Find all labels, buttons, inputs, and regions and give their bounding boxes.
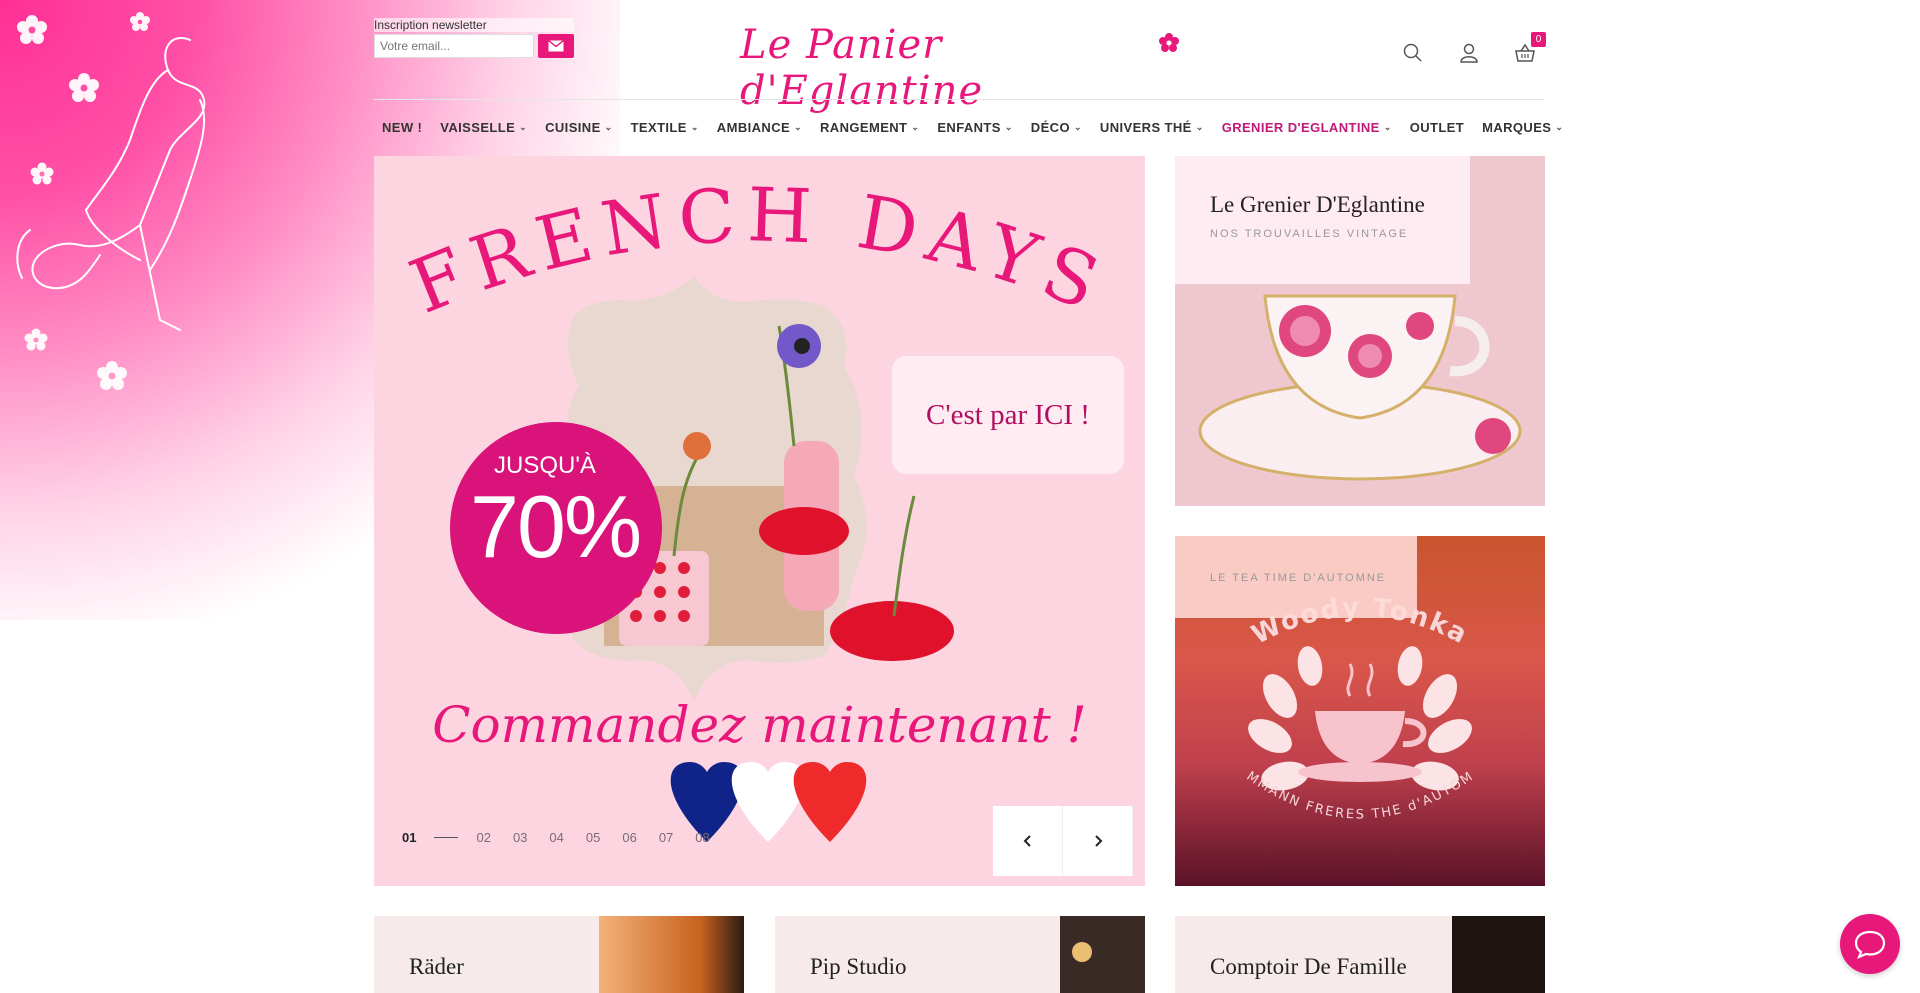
- nav-item-outlet[interactable]: OUTLET: [1410, 120, 1464, 135]
- tea-time-card[interactable]: Woody Tonka DAMMANN FRERES THE d'AUTOMNE: [1175, 536, 1545, 886]
- nav-item-deco[interactable]: DÉCO ⌄: [1031, 120, 1082, 135]
- tile-title: Comptoir De Famille: [1210, 954, 1407, 979]
- chevron-down-icon: ⌄: [1004, 122, 1013, 132]
- slider-next-button[interactable]: [1063, 806, 1133, 876]
- chat-bubble-icon: [1854, 930, 1886, 959]
- chevron-down-icon: ⌄: [690, 122, 699, 132]
- nav-item-grenier[interactable]: GRENIER D'EGLANTINE ⌄: [1222, 120, 1392, 135]
- chevron-down-icon: ⌄: [519, 122, 528, 132]
- raeder-image: [599, 916, 744, 993]
- pager-dot[interactable]: 06: [622, 830, 636, 845]
- nav-label: CUISINE: [545, 120, 601, 135]
- main-navigation: NEW ! VAISSELLE ⌄ CUISINE ⌄ TEXTILE ⌄ AMBIA…: [382, 120, 1563, 135]
- nav-label: ENFANTS: [937, 120, 1001, 135]
- comptoir-image: [1452, 916, 1545, 993]
- pager-dot[interactable]: 08: [695, 830, 709, 845]
- grenier-card-label: Le Grenier D'Eglantine NOS TROUVAILLES V…: [1175, 156, 1470, 284]
- nav-item-textile[interactable]: TEXTILE ⌄: [631, 120, 699, 135]
- slider-prev-button[interactable]: [993, 806, 1063, 876]
- user-icon: [1460, 43, 1478, 63]
- tea-card-label: LE TEA TIME D'AUTOMNE: [1175, 536, 1417, 618]
- brand-tile-comptoir[interactable]: Comptoir De Famille: [1175, 916, 1545, 993]
- chevron-down-icon: ⌄: [1073, 122, 1082, 132]
- nav-label: VAISSELLE: [440, 120, 516, 135]
- card-subtitle: LE TEA TIME D'AUTOMNE: [1210, 572, 1387, 584]
- account-button[interactable]: [1456, 40, 1482, 66]
- pip-studio-image: [1060, 916, 1145, 993]
- chevron-left-icon: [1023, 835, 1031, 847]
- pager-dot[interactable]: 01: [402, 830, 416, 845]
- chevron-down-icon: ⌄: [604, 122, 613, 132]
- pager-dot[interactable]: 04: [549, 830, 563, 845]
- tile-title: Pip Studio: [810, 954, 907, 979]
- pager-dot[interactable]: 02: [476, 830, 490, 845]
- nav-label: NEW !: [382, 120, 423, 135]
- pager-active-bar: [434, 837, 459, 838]
- flower-logo-icon: [1159, 33, 1179, 52]
- flower-woman-illustration: [16, 12, 206, 390]
- chevron-down-icon: ⌄: [1555, 122, 1564, 132]
- nav-item-marques[interactable]: MARQUES ⌄: [1482, 120, 1563, 135]
- nav-item-vaisselle[interactable]: VAISSELLE ⌄: [440, 120, 527, 135]
- hero-cta-button[interactable]: C'est par ICI !: [892, 356, 1124, 474]
- cart-count-badge: 0: [1531, 32, 1546, 47]
- brand-tile-pip-studio[interactable]: Pip Studio: [775, 916, 1145, 993]
- envelope-icon: [548, 40, 564, 52]
- pager-dot[interactable]: 03: [513, 830, 527, 845]
- chevron-down-icon: ⌄: [794, 122, 803, 132]
- nav-label: RANGEMENT: [820, 120, 908, 135]
- newsletter-row: [374, 34, 574, 58]
- nav-label: UNIVERS THÉ: [1099, 120, 1192, 135]
- brand-tile-raeder[interactable]: Räder: [374, 916, 744, 993]
- nav-label: MARQUES: [1482, 120, 1552, 135]
- nav-item-cuisine[interactable]: CUISINE ⌄: [545, 120, 612, 135]
- tile-title: Räder: [409, 954, 464, 979]
- pager-dot[interactable]: 05: [586, 830, 600, 845]
- chat-button[interactable]: [1840, 914, 1900, 974]
- chevron-right-icon: [1094, 835, 1102, 847]
- card-title: Le Grenier D'Eglantine: [1210, 192, 1425, 217]
- nav-label: AMBIANCE: [716, 120, 791, 135]
- slider-pager: 01 02 03 04 05 06 07 08: [402, 830, 710, 845]
- hero-slider[interactable]: FRENCH DAYS JUSQU'À 70% C'est par ICI ! …: [374, 156, 1145, 886]
- search-button[interactable]: [1400, 40, 1426, 66]
- nav-item-rangement[interactable]: RANGEMENT ⌄: [820, 120, 919, 135]
- page: Inscription newsletter Le Panier d'Eglan…: [0, 0, 1920, 993]
- red-heart-icon: [793, 762, 867, 842]
- site-logo[interactable]: Le Panier d'Eglantine: [740, 22, 1180, 114]
- nav-item-new[interactable]: NEW !: [382, 120, 422, 135]
- newsletter-submit-button[interactable]: [538, 34, 574, 58]
- nav-label: GRENIER D'EGLANTINE: [1221, 120, 1380, 135]
- chevron-down-icon: ⌄: [1195, 122, 1204, 132]
- slider-arrows: [993, 806, 1133, 876]
- header-icons: 0: [1400, 32, 1546, 66]
- nav-item-univers-the[interactable]: UNIVERS THÉ ⌄: [1100, 120, 1204, 135]
- nav-label: OUTLET: [1409, 120, 1465, 135]
- promo-value: 70%: [470, 477, 642, 576]
- hero-subline: Commandez maintenant !: [432, 696, 1087, 754]
- newsletter-widget: Inscription newsletter: [374, 18, 574, 58]
- nav-item-ambiance[interactable]: AMBIANCE ⌄: [717, 120, 802, 135]
- nav-item-enfants[interactable]: ENFANTS ⌄: [937, 120, 1012, 135]
- newsletter-label: Inscription newsletter: [374, 18, 574, 32]
- card-subtitle: NOS TROUVAILLES VINTAGE: [1210, 228, 1409, 240]
- nav-label: DÉCO: [1030, 120, 1070, 135]
- cart-button[interactable]: 0: [1512, 32, 1546, 66]
- grenier-card[interactable]: Le Grenier D'Eglantine NOS TROUVAILLES V…: [1175, 156, 1545, 506]
- chevron-down-icon: ⌄: [911, 122, 920, 132]
- nav-label: TEXTILE: [630, 120, 687, 135]
- pager-dot[interactable]: 07: [659, 830, 673, 845]
- newsletter-email-input[interactable]: [374, 34, 534, 58]
- white-heart-icon: [731, 762, 805, 842]
- search-icon: [1403, 43, 1422, 62]
- header-divider: [374, 99, 1544, 100]
- chevron-down-icon: ⌄: [1383, 122, 1392, 132]
- logo-text: Le Panier d'Eglantine: [740, 22, 984, 114]
